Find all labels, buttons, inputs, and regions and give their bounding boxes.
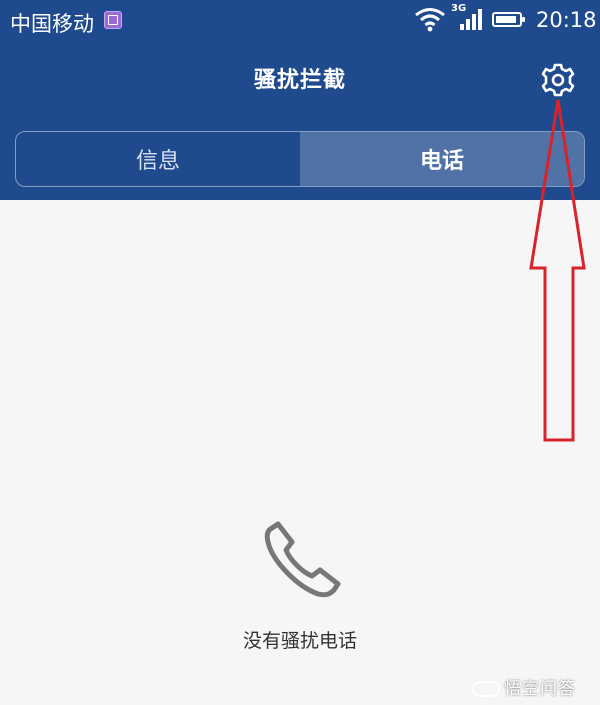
phone-icon (264, 521, 341, 598)
status-time: 20:18 (536, 8, 597, 32)
segmented-tabs: 信息 电话 (15, 131, 585, 187)
empty-state-message: 没有骚扰电话 (242, 630, 357, 652)
battery-icon (492, 12, 525, 27)
signal-strength-icon (460, 9, 482, 30)
annotation-arrow-icon (529, 99, 586, 442)
page-title: 骚扰拦截 (253, 68, 346, 93)
watermark: 悟空问答 (472, 674, 576, 700)
gallery-notification-icon (104, 11, 122, 29)
wukong-logo-icon (472, 681, 500, 697)
watermark-text: 悟空问答 (504, 679, 576, 699)
status-bar: 中国移动 3G 20:18 (0, 0, 600, 40)
wifi-icon (415, 8, 445, 32)
gear-icon[interactable] (538, 60, 578, 100)
tab-messages[interactable]: 信息 (16, 132, 300, 186)
app-header: 中国移动 3G 20:18 骚扰拦截 信息 电话 (0, 0, 600, 200)
carrier-label: 中国移动 (10, 12, 94, 36)
